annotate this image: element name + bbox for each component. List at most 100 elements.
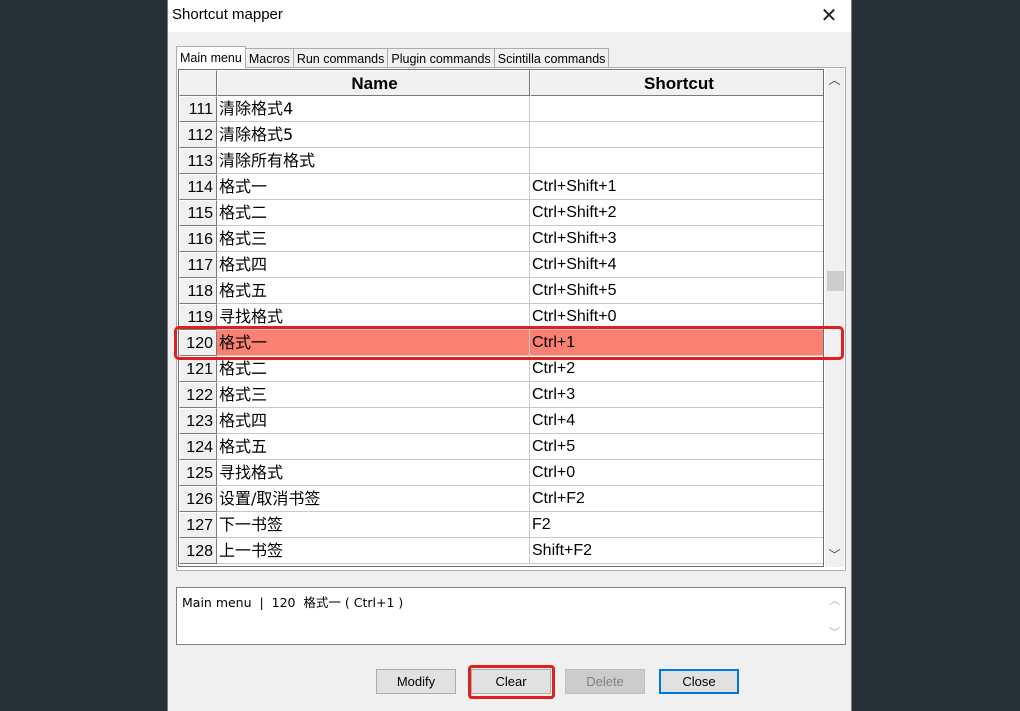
- table-row[interactable]: 119 寻找格式 Ctrl+Shift+0: [179, 304, 823, 330]
- command-name[interactable]: 格式四: [217, 408, 530, 434]
- scrollbar-thumb[interactable]: [827, 271, 844, 291]
- shortcut-value[interactable]: Ctrl+2: [530, 356, 823, 382]
- shortcut-value[interactable]: Ctrl+0: [530, 460, 823, 486]
- row-number[interactable]: 128: [179, 538, 217, 564]
- command-name[interactable]: 格式五: [217, 434, 530, 460]
- row-number[interactable]: 120: [179, 330, 217, 356]
- chevron-up-icon[interactable]: ︿: [826, 592, 843, 608]
- row-number[interactable]: 111: [179, 96, 217, 122]
- column-header-name[interactable]: Name: [217, 70, 530, 96]
- shortcut-value[interactable]: Shift+F2: [530, 538, 823, 564]
- row-number[interactable]: 114: [179, 174, 217, 200]
- close-button[interactable]: Close: [659, 669, 739, 694]
- row-number[interactable]: 124: [179, 434, 217, 460]
- header-corner: [179, 70, 217, 96]
- table-row[interactable]: 124 格式五 Ctrl+5: [179, 434, 823, 460]
- row-number[interactable]: 112: [179, 122, 217, 148]
- table-row[interactable]: 120 格式一 Ctrl+1: [179, 330, 823, 356]
- tab-strip: Main menu Macros Run commands Plugin com…: [176, 46, 610, 68]
- command-name[interactable]: 格式一: [217, 330, 530, 356]
- shortcut-value[interactable]: [530, 96, 823, 122]
- command-name[interactable]: 设置/取消书签: [217, 486, 530, 512]
- command-name[interactable]: 上一书签: [217, 538, 530, 564]
- row-number[interactable]: 127: [179, 512, 217, 538]
- command-name[interactable]: 清除所有格式: [217, 148, 530, 174]
- grid-header: Name Shortcut: [179, 70, 823, 96]
- delete-button[interactable]: Delete: [565, 669, 645, 694]
- tab-macros[interactable]: Macros: [244, 48, 294, 68]
- command-name[interactable]: 格式一: [217, 174, 530, 200]
- shortcut-value[interactable]: Ctrl+3: [530, 382, 823, 408]
- shortcut-value[interactable]: Ctrl+5: [530, 434, 823, 460]
- shortcut-value[interactable]: F2: [530, 512, 823, 538]
- tab-main-menu[interactable]: Main menu: [176, 46, 246, 68]
- command-name[interactable]: 寻找格式: [217, 460, 530, 486]
- tab-panel: Name Shortcut 111 清除格式4 112 清除格式5 113 清除所有格式 1…: [176, 67, 846, 571]
- tab-plugin-commands[interactable]: Plugin commands: [387, 48, 495, 68]
- row-number[interactable]: 116: [179, 226, 217, 252]
- table-row[interactable]: 127 下一书签 F2: [179, 512, 823, 538]
- info-box: Main menu | 120 格式一 ( Ctrl+1 ) ︿ ﹀: [176, 587, 846, 645]
- table-row[interactable]: 128 上一书签 Shift+F2: [179, 538, 823, 564]
- shortcut-value[interactable]: Ctrl+4: [530, 408, 823, 434]
- row-number[interactable]: 126: [179, 486, 217, 512]
- command-name[interactable]: 格式二: [217, 356, 530, 382]
- command-name[interactable]: 下一书签: [217, 512, 530, 538]
- shortcut-value[interactable]: [530, 122, 823, 148]
- table-row[interactable]: 111 清除格式4: [179, 96, 823, 122]
- command-name[interactable]: 格式四: [217, 252, 530, 278]
- chevron-up-icon[interactable]: ︿: [825, 70, 844, 90]
- info-text: Main menu | 120 格式一 ( Ctrl+1 ): [182, 595, 404, 610]
- table-row[interactable]: 115 格式二 Ctrl+Shift+2: [179, 200, 823, 226]
- shortcut-value[interactable]: Ctrl+Shift+2: [530, 200, 823, 226]
- table-row[interactable]: 126 设置/取消书签 Ctrl+F2: [179, 486, 823, 512]
- shortcut-value[interactable]: Ctrl+Shift+0: [530, 304, 823, 330]
- shortcut-value[interactable]: Ctrl+Shift+1: [530, 174, 823, 200]
- info-scrollbar[interactable]: ︿ ﹀: [826, 590, 843, 642]
- table-row[interactable]: 116 格式三 Ctrl+Shift+3: [179, 226, 823, 252]
- row-number[interactable]: 113: [179, 148, 217, 174]
- chevron-down-icon[interactable]: ﹀: [825, 545, 844, 565]
- tab-run-commands[interactable]: Run commands: [292, 48, 389, 68]
- command-name[interactable]: 寻找格式: [217, 304, 530, 330]
- modify-button[interactable]: Modify: [376, 669, 456, 694]
- row-number[interactable]: 117: [179, 252, 217, 278]
- command-name[interactable]: 清除格式5: [217, 122, 530, 148]
- shortcut-value[interactable]: Ctrl+Shift+5: [530, 278, 823, 304]
- command-name[interactable]: 清除格式4: [217, 96, 530, 122]
- shortcut-value[interactable]: Ctrl+1: [530, 330, 823, 356]
- tab-scintilla-commands[interactable]: Scintilla commands: [493, 48, 610, 68]
- table-row[interactable]: 113 清除所有格式: [179, 148, 823, 174]
- row-number[interactable]: 122: [179, 382, 217, 408]
- close-icon[interactable]: ✕: [815, 2, 843, 28]
- shortcut-grid: Name Shortcut 111 清除格式4 112 清除格式5 113 清除所有格式 1…: [178, 69, 824, 567]
- shortcut-mapper-dialog: Shortcut mapper ✕ Main menu Macros Run c…: [167, 0, 852, 711]
- row-number[interactable]: 121: [179, 356, 217, 382]
- column-header-shortcut[interactable]: Shortcut: [530, 70, 823, 96]
- shortcut-value[interactable]: Ctrl+F2: [530, 486, 823, 512]
- shortcut-value[interactable]: Ctrl+Shift+3: [530, 226, 823, 252]
- command-name[interactable]: 格式二: [217, 200, 530, 226]
- row-number[interactable]: 123: [179, 408, 217, 434]
- shortcut-value[interactable]: Ctrl+Shift+4: [530, 252, 823, 278]
- table-row[interactable]: 122 格式三 Ctrl+3: [179, 382, 823, 408]
- vertical-scrollbar[interactable]: ︿ ﹀: [825, 69, 844, 567]
- command-name[interactable]: 格式五: [217, 278, 530, 304]
- chevron-down-icon[interactable]: ﹀: [826, 624, 843, 640]
- row-number[interactable]: 125: [179, 460, 217, 486]
- table-row[interactable]: 118 格式五 Ctrl+Shift+5: [179, 278, 823, 304]
- row-number[interactable]: 118: [179, 278, 217, 304]
- table-row[interactable]: 114 格式一 Ctrl+Shift+1: [179, 174, 823, 200]
- command-name[interactable]: 格式三: [217, 226, 530, 252]
- row-number[interactable]: 119: [179, 304, 217, 330]
- table-row[interactable]: 117 格式四 Ctrl+Shift+4: [179, 252, 823, 278]
- table-row[interactable]: 112 清除格式5: [179, 122, 823, 148]
- table-row[interactable]: 121 格式二 Ctrl+2: [179, 356, 823, 382]
- table-row[interactable]: 123 格式四 Ctrl+4: [179, 408, 823, 434]
- command-name[interactable]: 格式三: [217, 382, 530, 408]
- shortcut-value[interactable]: [530, 148, 823, 174]
- clear-button[interactable]: Clear: [471, 669, 551, 694]
- title-bar: Shortcut mapper ✕: [168, 0, 851, 32]
- row-number[interactable]: 115: [179, 200, 217, 226]
- table-row[interactable]: 125 寻找格式 Ctrl+0: [179, 460, 823, 486]
